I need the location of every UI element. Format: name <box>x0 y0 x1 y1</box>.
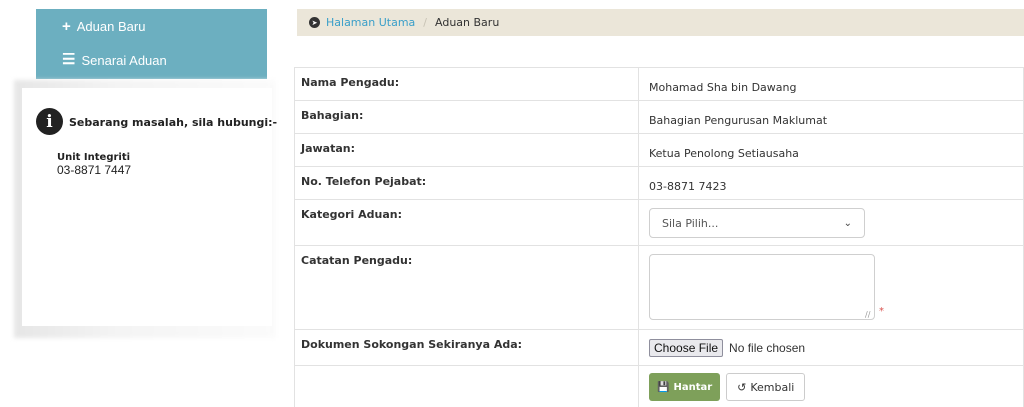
office-phone-value: 03-8871 7423 <box>638 166 1024 200</box>
list-icon: ☰ <box>62 53 76 67</box>
complaint-form-table: Nama Pengadu: Mohamad Sha bin Dawang Bah… <box>294 67 1024 407</box>
notes-cell: ∕∕ * <box>638 245 1024 330</box>
help-text: Sebarang masalah, sila hubungi:- <box>69 116 278 129</box>
table-row: Nama Pengadu: Mohamad Sha bin Dawang <box>294 67 1024 101</box>
division-value: Bahagian Pengurusan Maklumat <box>638 100 1024 134</box>
notes-field-wrapper: ∕∕ * <box>649 254 889 320</box>
sidebar-menu: + Aduan Baru ☰ Senarai Aduan <box>36 9 267 79</box>
category-label: Kategori Aduan: <box>294 199 639 246</box>
notes-label: Catatan Pengadu: <box>294 245 639 330</box>
breadcrumb-current: Aduan Baru <box>435 16 500 29</box>
file-input: Choose File No file chosen <box>649 338 1013 357</box>
notes-textarea[interactable] <box>649 254 875 320</box>
sidebar-item-label: Senarai Aduan <box>81 53 167 67</box>
file-status: No file chosen <box>729 340 806 355</box>
name-label: Nama Pengadu: <box>294 67 639 101</box>
table-row: Jawatan: Ketua Penolong Setiausaha <box>294 133 1024 167</box>
save-icon: 💾 <box>657 381 670 393</box>
help-unit-phone: 03-8871 7447 <box>57 163 132 177</box>
document-cell: Choose File No file chosen <box>638 329 1024 366</box>
sidebar-item-new-complaint[interactable]: + Aduan Baru <box>62 17 146 35</box>
empty-label-cell <box>294 365 639 407</box>
table-row: No. Telefon Pejabat: 03-8871 7423 <box>294 166 1024 200</box>
back-button-label: Kembali <box>750 380 795 394</box>
breadcrumb-separator: / <box>423 16 428 29</box>
document-label: Dokumen Sokongan Sekiranya Ada: <box>294 329 639 366</box>
required-asterisk: * <box>879 306 884 317</box>
plus-icon: + <box>62 17 71 35</box>
category-selected-value: Sila Pilih... <box>662 216 719 230</box>
category-cell: Sila Pilih... ⌄ <box>638 199 1024 246</box>
circle-arrow-right-icon: ➤ <box>309 17 320 28</box>
chevron-down-icon: ⌄ <box>843 217 852 229</box>
category-select[interactable]: Sila Pilih... ⌄ <box>649 208 865 238</box>
form-actions: 💾 Hantar ↺ Kembali <box>649 366 1013 407</box>
info-icon: i <box>36 108 63 135</box>
position-label: Jawatan: <box>294 133 639 167</box>
table-row: Dokumen Sokongan Sekiranya Ada: Choose F… <box>294 329 1024 366</box>
choose-file-button[interactable]: Choose File <box>649 338 724 357</box>
submit-button-label: Hantar <box>673 381 713 393</box>
sidebar-item-label: Aduan Baru <box>76 19 146 34</box>
table-row: Bahagian: Bahagian Pengurusan Maklumat <box>294 100 1024 134</box>
table-row: Catatan Pengadu: ∕∕ * <box>294 245 1024 330</box>
name-value: Mohamad Sha bin Dawang <box>638 67 1024 101</box>
breadcrumb-home-link[interactable]: Halaman Utama <box>326 16 415 29</box>
resize-grip-icon[interactable]: ∕∕ <box>865 310 870 319</box>
actions-cell: 💾 Hantar ↺ Kembali <box>638 365 1024 407</box>
undo-icon: ↺ <box>737 380 747 394</box>
help-unit-name: Unit Integriti <box>57 152 131 163</box>
table-row: 💾 Hantar ↺ Kembali <box>294 365 1024 407</box>
division-label: Bahagian: <box>294 100 639 134</box>
office-phone-label: No. Telefon Pejabat: <box>294 166 639 200</box>
submit-button[interactable]: 💾 Hantar <box>649 373 721 401</box>
help-box: i Sebarang masalah, sila hubungi:- Unit … <box>22 88 277 326</box>
breadcrumb: ➤ Halaman Utama / Aduan Baru <box>297 9 1024 36</box>
sidebar-item-complaint-list[interactable]: ☰ Senarai Aduan <box>62 53 167 67</box>
table-row: Kategori Aduan: Sila Pilih... ⌄ <box>294 199 1024 246</box>
position-value: Ketua Penolong Setiausaha <box>638 133 1024 167</box>
back-button[interactable]: ↺ Kembali <box>726 373 806 401</box>
